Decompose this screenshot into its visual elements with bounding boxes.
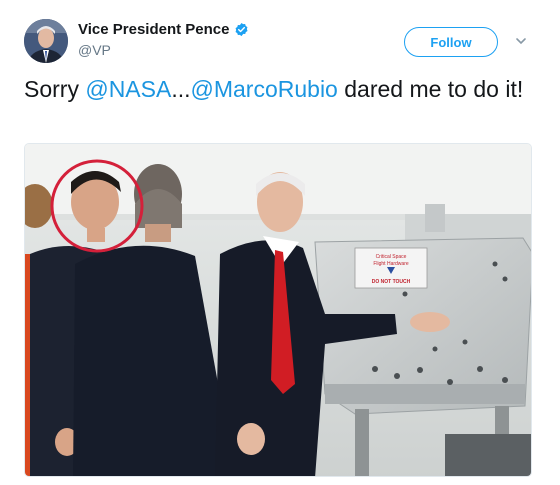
tweet-text-part: Sorry bbox=[24, 76, 86, 102]
author-name[interactable]: Vice President Pence bbox=[78, 21, 229, 38]
sign-line-1: Critical Space bbox=[376, 254, 407, 260]
chevron-down-icon[interactable] bbox=[515, 36, 527, 46]
tweet-text-part: ... bbox=[171, 76, 191, 102]
tweet-text: Sorry @NASA...@MarcoRubio dared me to do… bbox=[24, 76, 534, 103]
mention-link-nasa[interactable]: @NASA bbox=[85, 76, 171, 102]
author-avatar[interactable] bbox=[24, 19, 68, 63]
tweet-header: Vice President Pence @VP Follow bbox=[0, 0, 560, 70]
sign-line-3: DO NOT TOUCH bbox=[372, 279, 411, 285]
verified-badge-icon bbox=[236, 22, 248, 37]
author-handle[interactable]: @VP bbox=[78, 42, 111, 58]
tweet-photo[interactable]: Critical Space Flight Hardware DO NOT TO… bbox=[24, 143, 532, 477]
tweet-text-part: dared me to do it! bbox=[337, 76, 524, 102]
author-name-row: Vice President Pence bbox=[78, 21, 249, 38]
sign-line-2: Flight Hardware bbox=[373, 261, 409, 267]
follow-button[interactable]: Follow bbox=[404, 27, 498, 57]
mention-link-marcorubio[interactable]: @MarcoRubio bbox=[191, 76, 338, 102]
